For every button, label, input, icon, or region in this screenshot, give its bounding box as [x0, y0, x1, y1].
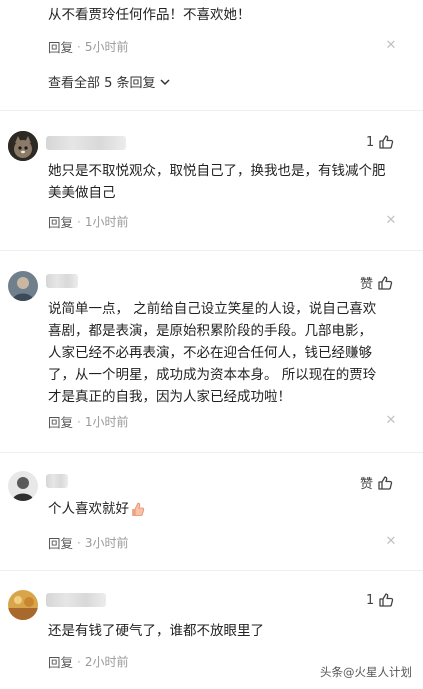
watermark: 头条@火星人计划 [320, 665, 412, 679]
divider [0, 110, 423, 111]
chevron-down-icon [160, 78, 170, 85]
avatar-image [8, 590, 38, 620]
reply-button[interactable]: 回复 [48, 37, 73, 56]
comment-line: 她只是不取悦观众，取悦自己了，换我也是，有钱减个肥 [48, 163, 386, 179]
comment-meta: 回复 · 2小时前 [48, 652, 128, 671]
avatar[interactable] [8, 131, 38, 161]
like-label: 赞 [360, 277, 374, 292]
avatar[interactable] [8, 471, 38, 501]
close-icon[interactable]: ✕ [384, 213, 398, 228]
comment-line: 人家已经不必再表演，不必在迎合任何人，钱已经赚够 [48, 345, 372, 361]
comment-line: 才是真正的自我，因为人家已经成功啦！ [48, 389, 291, 405]
cat-avatar-icon [8, 131, 38, 161]
divider [0, 452, 423, 453]
comment-meta: 回复 · 1小时前 [48, 212, 128, 231]
like-label: 赞 [360, 477, 374, 492]
comment-meta: 回复 · 5小时前 [48, 37, 128, 56]
comment-text: 还是有钱了硬气了，谁都不放眼里了 [48, 623, 264, 639]
username[interactable] [46, 136, 126, 150]
comment-text: 说简单一点， 之前给自己设立笑星的人设，说自己喜欢 喜剧，都是表演，是原始积累阶… [48, 298, 376, 408]
separator-dot: · [77, 214, 81, 229]
comment-line: 个人喜欢就好 [48, 501, 129, 517]
comment-text: 个人喜欢就好 [48, 498, 145, 520]
avatar-image [8, 271, 38, 301]
view-all-replies-label: 查看全部 5 条回复 [48, 76, 156, 91]
thumbs-up-icon [378, 275, 393, 290]
comment-time: 1小时前 [84, 215, 129, 229]
close-icon[interactable]: ✕ [384, 534, 398, 549]
divider [0, 570, 423, 571]
username[interactable] [46, 593, 106, 607]
close-icon[interactable]: ✕ [384, 38, 398, 53]
like-count: 1 [366, 592, 375, 608]
close-icon[interactable]: ✕ [384, 413, 398, 428]
comment-meta: 回复 · 1小时前 [48, 412, 128, 431]
reply-button[interactable]: 回复 [48, 212, 73, 231]
comment-time: 5小时前 [84, 40, 129, 54]
like-button[interactable]: 1 [366, 134, 394, 150]
thumbs-up-icon [379, 593, 394, 607]
comment-text: 从不看贾玲任何作品！不喜欢她！ [48, 7, 251, 23]
avatar[interactable] [8, 271, 38, 301]
comment-time: 1小时前 [84, 415, 129, 429]
separator-dot: · [77, 39, 81, 54]
username[interactable] [46, 474, 68, 488]
divider [0, 250, 423, 251]
comment-meta: 回复 · 3小时前 [48, 533, 128, 552]
comment-line: 说简单一点， 之前给自己设立笑星的人设，说自己喜欢 [48, 301, 377, 317]
separator-dot: · [77, 654, 81, 669]
thumbs-up-icon [379, 135, 394, 149]
comment-time: 3小时前 [84, 536, 129, 550]
reply-button[interactable]: 回复 [48, 412, 73, 431]
comment-time: 2小时前 [84, 655, 129, 669]
like-button[interactable]: 1 [366, 592, 394, 608]
like-count: 1 [366, 134, 375, 150]
thumbs-up-emoji-icon [132, 502, 145, 516]
comment-line: 了，从一个明星，成功成为资本本身。 所以现在的贾玲 [48, 367, 377, 383]
separator-dot: · [77, 535, 81, 550]
comment-text: 她只是不取悦观众，取悦自己了，换我也是，有钱减个肥 美美做自己 [48, 160, 386, 204]
comment-line: 美美做自己 [48, 185, 116, 201]
avatar[interactable] [8, 590, 38, 620]
reply-button[interactable]: 回复 [48, 533, 73, 552]
reply-button[interactable]: 回复 [48, 652, 73, 671]
avatar-image [8, 471, 38, 501]
view-all-replies-button[interactable]: 查看全部 5 条回复 [48, 72, 171, 91]
username[interactable] [46, 274, 78, 288]
like-button[interactable]: 赞 [360, 473, 393, 492]
comment-line: 喜剧，都是表演，是原始积累阶段的手段。几部电影， [48, 323, 372, 339]
like-button[interactable]: 赞 [360, 273, 393, 292]
thumbs-up-icon [378, 475, 393, 490]
separator-dot: · [77, 414, 81, 429]
